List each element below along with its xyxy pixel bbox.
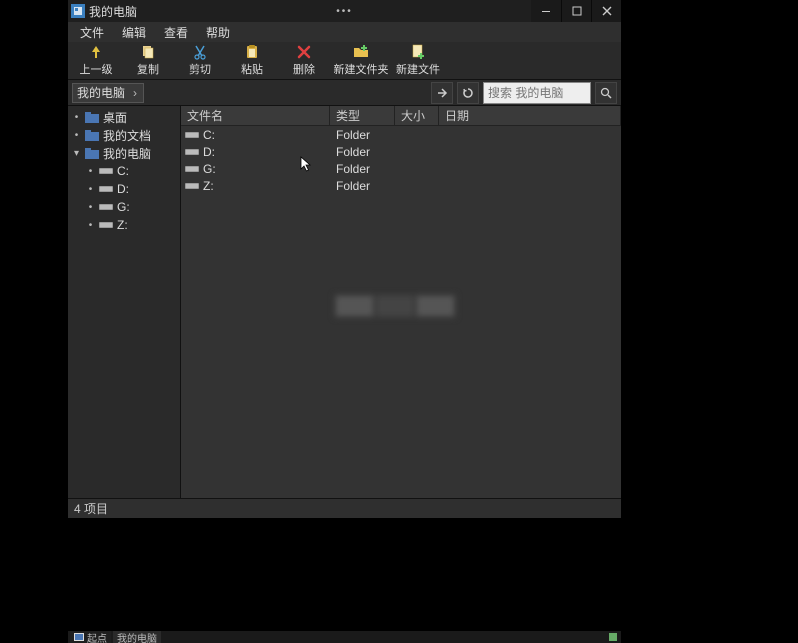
window-title: 我的电脑: [89, 3, 137, 20]
new-folder-button[interactable]: 新建文件夹: [330, 42, 392, 79]
statusbar: 4 项目: [68, 498, 621, 518]
column-header-date[interactable]: 日期: [439, 106, 621, 125]
file-type-cell: Folder: [330, 162, 395, 176]
maximize-button[interactable]: [561, 0, 591, 22]
up-button[interactable]: 上一级: [70, 42, 122, 79]
menubar: 文件 编辑 查看 帮助: [68, 22, 621, 42]
tree-item-Z[interactable]: • Z:: [68, 216, 180, 234]
search-box[interactable]: [483, 82, 591, 104]
toolbar: 上一级 复制 剪切 粘贴 删除: [68, 42, 621, 80]
minimize-button[interactable]: [531, 0, 561, 22]
tree-item-label: 桌面: [103, 109, 127, 126]
file-manager-window: 我的电脑 ••• 文件 编辑 查看 帮助 上一级: [68, 0, 621, 518]
expand-icon[interactable]: •: [86, 166, 95, 177]
blurred-watermark: [334, 294, 456, 318]
tree-item-我的文档[interactable]: • 我的文档: [68, 126, 180, 144]
taskbar-app-button[interactable]: 我的电脑: [113, 631, 161, 643]
arrow-up-icon: [88, 44, 104, 60]
folder-icon: [85, 111, 99, 123]
column-header-type[interactable]: 类型: [330, 106, 395, 125]
file-name-cell: G:: [181, 162, 330, 176]
taskbar-app-label: 我的电脑: [117, 631, 157, 643]
tree-item-G[interactable]: • G:: [68, 198, 180, 216]
drive-icon: [99, 165, 113, 177]
app-icon: [71, 4, 85, 18]
expand-icon[interactable]: •: [72, 112, 81, 123]
tree-item-label: 我的文档: [103, 127, 151, 144]
column-header-name[interactable]: 文件名: [181, 106, 330, 125]
file-type-cell: Folder: [330, 179, 395, 193]
file-list-pane: 文件名 类型 大小 日期 C:FolderD:FolderG:FolderZ:F…: [181, 106, 621, 498]
tray-icon[interactable]: [609, 631, 617, 643]
new-file-icon: [410, 44, 426, 60]
tree-item-桌面[interactable]: • 桌面: [68, 108, 180, 126]
system-tray: [609, 631, 619, 643]
search-button[interactable]: [595, 82, 617, 104]
collapse-icon[interactable]: ▾: [72, 148, 81, 159]
refresh-button[interactable]: [457, 82, 479, 104]
chevron-right-icon: ›: [131, 86, 139, 100]
tree-item-C[interactable]: • C:: [68, 162, 180, 180]
paste-button[interactable]: 粘贴: [226, 42, 278, 79]
menu-help[interactable]: 帮助: [198, 22, 238, 43]
file-name-cell: C:: [181, 128, 330, 142]
file-row[interactable]: G:Folder: [181, 160, 621, 177]
file-name-cell: Z:: [181, 179, 330, 193]
paste-icon: [244, 44, 260, 60]
folder-icon: [85, 129, 99, 141]
file-row[interactable]: C:Folder: [181, 126, 621, 143]
tree-item-label: G:: [117, 200, 130, 214]
expand-icon[interactable]: •: [72, 130, 81, 141]
new-folder-icon: [353, 44, 369, 60]
address-path: 我的电脑: [77, 84, 131, 101]
tree-item-label: Z:: [117, 218, 128, 232]
new-file-button[interactable]: 新建文件: [392, 42, 444, 79]
expand-icon[interactable]: •: [86, 220, 95, 231]
cut-icon: [192, 44, 208, 60]
delete-button[interactable]: 删除: [278, 42, 330, 79]
menu-view[interactable]: 查看: [156, 22, 196, 43]
tree-item-label: 我的电脑: [103, 145, 151, 162]
drive-icon: [99, 183, 113, 195]
drive-icon: [99, 219, 113, 231]
cut-button[interactable]: 剪切: [174, 42, 226, 79]
copy-button[interactable]: 复制: [122, 42, 174, 79]
tree-item-label: C:: [117, 164, 129, 178]
menu-edit[interactable]: 编辑: [114, 22, 154, 43]
go-button[interactable]: [431, 82, 453, 104]
status-text: 4 项目: [74, 500, 108, 517]
search-input[interactable]: [484, 83, 590, 103]
file-type-cell: Folder: [330, 145, 395, 159]
taskbar: 起点 我的电脑: [68, 631, 621, 643]
drive-icon: [99, 201, 113, 213]
tree-item-label: D:: [117, 182, 129, 196]
titlebar-grip-icon: •••: [336, 6, 353, 17]
sidebar-tree: • 桌面 • 我的文档 ▾ 我的电脑 • C: • D: • G: • Z:: [68, 106, 181, 498]
expand-icon[interactable]: •: [86, 184, 95, 195]
titlebar: 我的电脑 •••: [68, 0, 621, 22]
close-button[interactable]: [591, 0, 621, 22]
address-bar-row: 我的电脑 ›: [68, 80, 621, 106]
column-headers: 文件名 类型 大小 日期: [181, 106, 621, 126]
tree-item-我的电脑[interactable]: ▾ 我的电脑: [68, 144, 180, 162]
file-type-cell: Folder: [330, 128, 395, 142]
address-bar[interactable]: 我的电脑 ›: [72, 83, 144, 103]
file-row[interactable]: Z:Folder: [181, 177, 621, 194]
menu-file[interactable]: 文件: [72, 22, 112, 43]
start-button[interactable]: 起点: [70, 631, 111, 643]
folder-icon: [85, 147, 99, 159]
expand-icon[interactable]: •: [86, 202, 95, 213]
start-label: 起点: [87, 631, 107, 643]
delete-icon: [296, 44, 312, 60]
tree-item-D[interactable]: • D:: [68, 180, 180, 198]
file-name-cell: D:: [181, 145, 330, 159]
copy-icon: [140, 44, 156, 60]
column-header-size[interactable]: 大小: [395, 106, 439, 125]
file-row[interactable]: D:Folder: [181, 143, 621, 160]
